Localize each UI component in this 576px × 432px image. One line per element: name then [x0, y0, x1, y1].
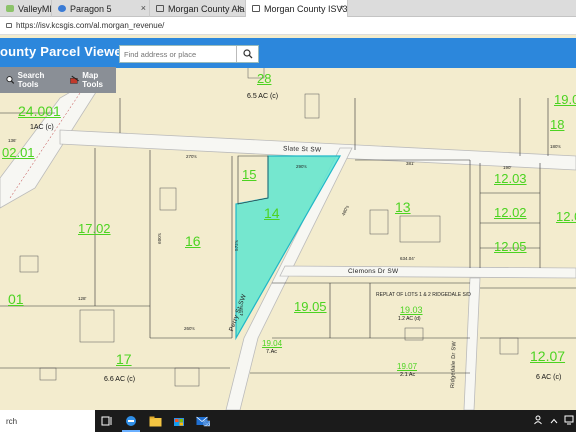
paragon-favicon-icon: [58, 5, 66, 12]
parcel-label-12-05[interactable]: 12.05: [494, 240, 527, 253]
parcel-label-12-0[interactable]: 12.0: [556, 210, 576, 223]
parcel-label-13[interactable]: 13: [395, 200, 411, 214]
parcel-acreage-19-07: 2.1 Ac: [400, 372, 416, 378]
parcel-label-18[interactable]: 18: [550, 118, 564, 131]
tab-morgan-county-isv3[interactable]: Morgan County ISV3 ×: [246, 0, 348, 17]
search-icon: [242, 49, 252, 59]
parcel-label-16[interactable]: 16: [185, 234, 201, 248]
search-button[interactable]: [236, 46, 258, 62]
dimension-label: 190': [503, 165, 512, 170]
parcel-label-02-01[interactable]: 02.01: [2, 146, 35, 159]
parcel-acreage-28: 6.5 AC (c): [247, 93, 279, 100]
map-tools-button[interactable]: Map Tools: [69, 71, 116, 89]
file-explorer-icon[interactable]: [143, 410, 167, 432]
street-label-clemons: Clemons Dr SW: [348, 268, 399, 275]
parcel-label-19-04[interactable]: 19.04: [262, 340, 282, 348]
address-search: [119, 45, 259, 63]
parcel-acreage-24-001: 1AC (c): [30, 124, 54, 131]
dimension-label: 128': [78, 296, 87, 301]
tab-label: Morgan County ISV3: [264, 3, 348, 14]
dimension-label: 634.04': [400, 256, 415, 261]
valleymls-favicon-icon: [6, 5, 14, 12]
app-title: ounty Parcel Viewer: [0, 44, 128, 59]
parcel-label-17[interactable]: 17: [116, 352, 132, 366]
parcel-label-12-07[interactable]: 12.07: [530, 349, 565, 363]
tool-bar: Search Tools Map Tools: [0, 67, 116, 93]
parcel-label-28[interactable]: 28: [257, 72, 271, 85]
browser-tab-bar: ValleyMLS Paragon 5 × Morgan County Alab…: [0, 0, 576, 17]
tab-valleymls[interactable]: ValleyMLS: [0, 0, 52, 17]
app-header: ounty Parcel Viewer: [0, 38, 576, 68]
parcel-label-19-05[interactable]: 19.05: [294, 300, 327, 313]
parcel-acreage-19-03: 1.2 AC (d): [398, 316, 421, 322]
mail-icon[interactable]: 18: [191, 410, 215, 432]
parcel-acreage-19-04: 7.Ac: [266, 349, 278, 355]
people-icon[interactable]: [534, 415, 544, 427]
dimension-label: 270's: [186, 154, 197, 159]
close-tab-icon[interactable]: ×: [141, 3, 146, 13]
parcel-label-12-02[interactable]: 12.02: [494, 206, 527, 219]
address-bar[interactable]: https://isv.kcsgis.com/al.morgan_revenue…: [0, 17, 576, 35]
page-favicon-icon: [252, 5, 260, 12]
street-label-slate: Slate St SW: [282, 145, 322, 154]
tab-label: Paragon 5: [70, 3, 112, 14]
map-tools-icon: [69, 75, 79, 84]
dimension-label: 136': [8, 138, 17, 143]
parcel-label-24-001[interactable]: 24.001: [18, 104, 61, 118]
parcel-acreage-17: 6.6 AC (c): [104, 376, 136, 383]
tab-paragon[interactable]: Paragon 5 ×: [52, 0, 150, 17]
parcel-label-12-03[interactable]: 12.03: [494, 172, 527, 185]
system-tray: [534, 410, 574, 432]
search-tools-button[interactable]: Search Tools: [6, 71, 61, 89]
page-favicon-icon: [156, 5, 164, 12]
parcel-label-19-07[interactable]: 19.07: [397, 363, 417, 371]
search-tools-icon: [6, 76, 15, 84]
parcel-label-19-03[interactable]: 19.03: [400, 306, 423, 315]
parcel-acreage-12-07: 6 AC (c): [536, 374, 562, 381]
dimension-label: 572's: [233, 240, 239, 251]
url-text: https://isv.kcsgis.com/al.morgan_revenue…: [16, 21, 165, 30]
taskbar-search-text: rch: [6, 416, 18, 426]
parcel-label-15[interactable]: 15: [242, 168, 256, 181]
chevron-up-icon[interactable]: [550, 416, 558, 426]
search-input[interactable]: [120, 46, 236, 62]
tab-label: Morgan County Alabama O: [168, 3, 245, 14]
parcel-label-19-0[interactable]: 19.0: [554, 93, 576, 106]
dimension-label: 600's: [156, 233, 162, 244]
close-tab-icon[interactable]: ×: [339, 3, 344, 13]
map-tools-label: Map Tools: [82, 71, 104, 89]
parcel-label-01[interactable]: 01: [8, 292, 24, 306]
close-tab-icon[interactable]: ×: [237, 3, 242, 13]
parcel-label-17-02[interactable]: 17.02: [78, 222, 111, 235]
tab-label: ValleyMLS: [18, 3, 51, 14]
edge-browser-icon[interactable]: [119, 410, 143, 432]
dimension-label: 415's: [238, 305, 244, 316]
search-tools-label: Search Tools: [17, 71, 45, 89]
taskbar-search[interactable]: rch: [0, 410, 95, 432]
dimension-label: 180's: [550, 144, 561, 149]
task-view-icon[interactable]: [95, 410, 119, 432]
parcel-map[interactable]: 28 6.5 AC (c) 24.001 1AC (c) 02.01 15 14…: [0, 38, 576, 410]
store-icon[interactable]: [167, 410, 191, 432]
dimension-label: 290's: [296, 164, 307, 169]
windows-taskbar: rch 18: [0, 410, 576, 432]
dimension-label: 381': [406, 161, 415, 166]
parcel-label-14[interactable]: 14: [264, 206, 280, 220]
mail-badge-count: 18: [205, 421, 210, 426]
network-icon[interactable]: [564, 415, 574, 427]
lock-icon: [6, 23, 12, 28]
subdivision-label: REPLAT OF LOTS 1 & 2 RIDGEDALE S/D: [376, 292, 471, 298]
tab-morgan-county-alabama[interactable]: Morgan County Alabama O ×: [150, 0, 246, 17]
dimension-label: 260's: [184, 326, 195, 331]
